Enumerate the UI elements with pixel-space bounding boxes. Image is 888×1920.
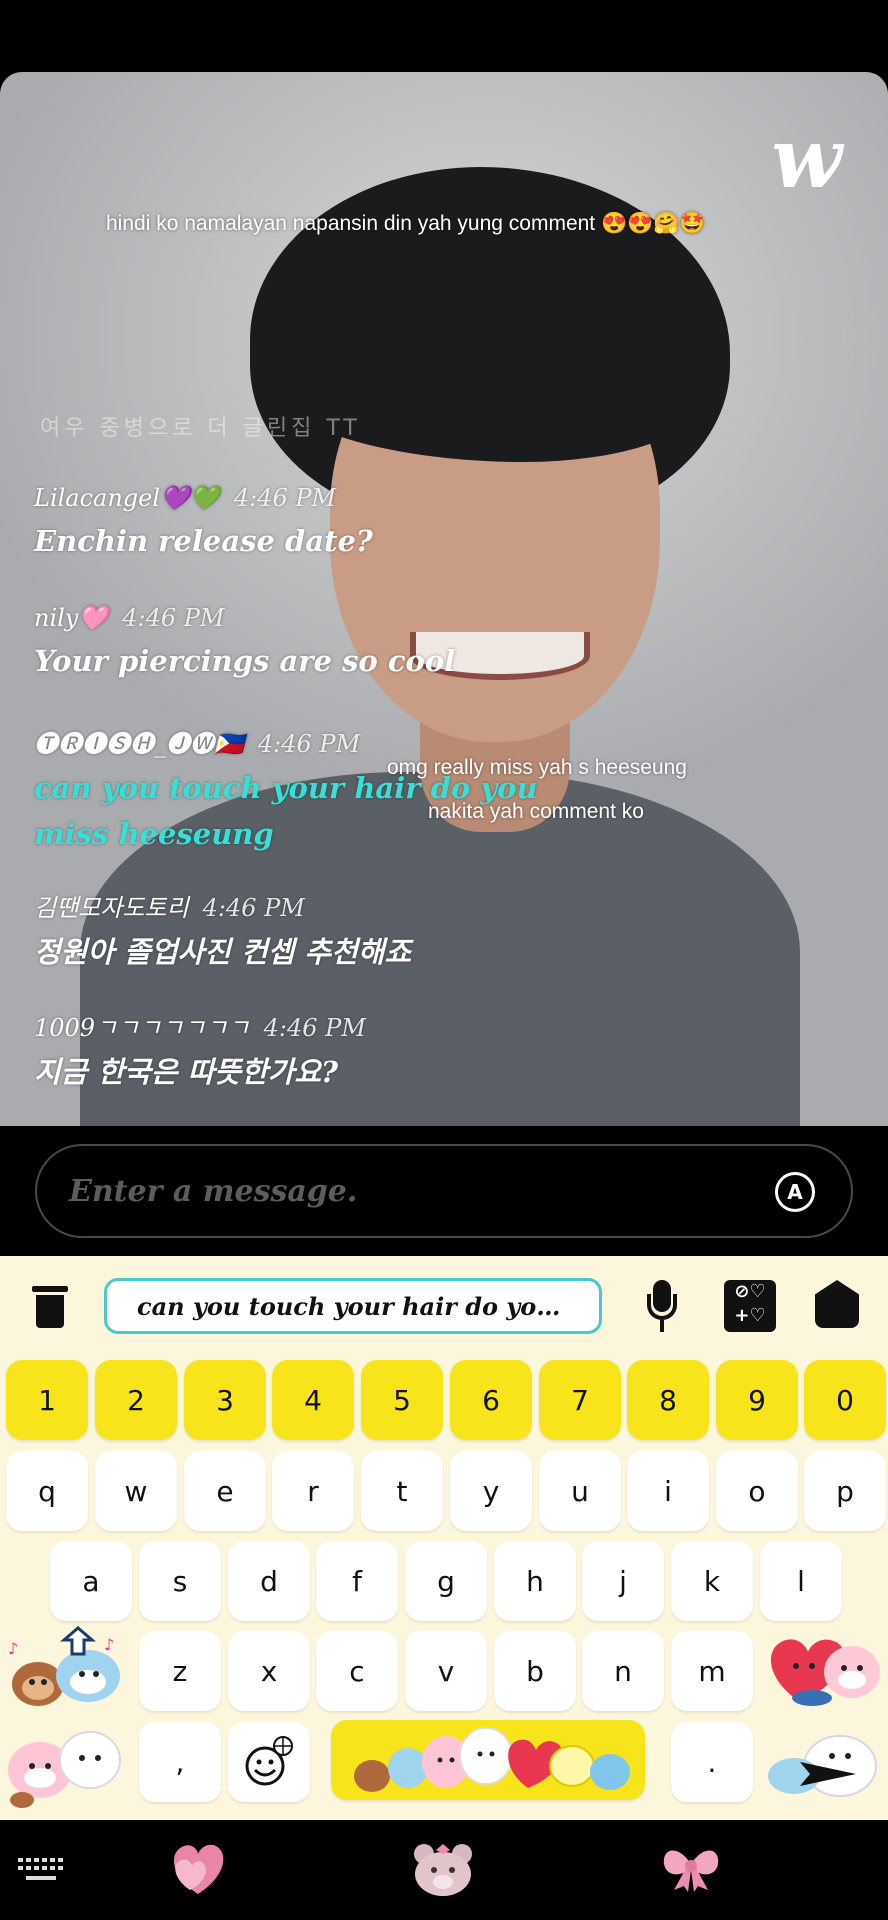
message-placeholder: Enter a message.: [69, 1173, 358, 1209]
chat-message: 🅣🅡🅘🅢🅗_🅙🅦🇵🇭 4:46 PM can you touch your hai…: [34, 724, 538, 857]
key-m[interactable]: m: [671, 1631, 753, 1711]
clipboard-suggestion[interactable]: can you touch your hair do you m...: [104, 1278, 602, 1334]
key-2[interactable]: 2: [95, 1360, 177, 1440]
chat-username: 🅣🅡🅘🅢🅗_🅙🅦🇵🇭: [34, 730, 244, 758]
chat-time: 4:46 PM: [257, 730, 361, 758]
chat-time: 4:46 PM: [202, 894, 305, 922]
emoji-globe-icon: [245, 1736, 293, 1786]
key-i[interactable]: i: [627, 1451, 709, 1531]
shift-key-sticker[interactable]: ♪ ♪: [4, 1626, 126, 1712]
enter-key-sticker[interactable]: [760, 1722, 884, 1806]
clipboard-text: can you touch your hair do you m...: [137, 1291, 569, 1321]
key-g[interactable]: g: [405, 1541, 487, 1621]
key-9[interactable]: 9: [716, 1360, 798, 1440]
key-1[interactable]: 1: [6, 1360, 88, 1440]
bow-icon[interactable]: [660, 1842, 722, 1898]
chat-text: 지금 한국은 따뜻한가요?: [34, 1055, 338, 1089]
emoji-key[interactable]: [228, 1722, 310, 1802]
chat-message: nily🩷 4:46 PM Your piercings are so cool: [34, 604, 455, 684]
key-5[interactable]: 5: [361, 1360, 443, 1440]
keyboard-toolbar: can you touch your hair do you m... ⊘♡ +♡: [0, 1256, 888, 1358]
key-8[interactable]: 8: [627, 1360, 709, 1440]
key-u[interactable]: u: [539, 1451, 621, 1531]
key-comma[interactable]: ,: [139, 1722, 221, 1802]
key-h[interactable]: h: [494, 1541, 576, 1621]
key-3[interactable]: 3: [184, 1360, 266, 1440]
key-v[interactable]: v: [405, 1631, 487, 1711]
key-0[interactable]: 0: [804, 1360, 886, 1440]
heart-icon[interactable]: [166, 1840, 226, 1896]
key-j[interactable]: j: [582, 1541, 664, 1621]
svg-text:♪: ♪: [104, 1635, 114, 1654]
chat-message: 김땐모자도토리 4:46 PM 정원아 졸업사진 컨셉 추천해죠: [34, 888, 411, 975]
bear-icon[interactable]: [410, 1840, 476, 1902]
key-d[interactable]: d: [228, 1541, 310, 1621]
key-7[interactable]: 7: [539, 1360, 621, 1440]
key-period[interactable]: .: [671, 1722, 753, 1802]
key-f[interactable]: f: [316, 1541, 398, 1621]
chat-time: 4:46 PM: [263, 1014, 366, 1042]
key-x[interactable]: x: [228, 1631, 310, 1711]
translate-icon[interactable]: A: [775, 1172, 815, 1212]
keyboard-nav-bar: [0, 1820, 888, 1920]
chat-text: Your piercings are so cool: [34, 644, 456, 678]
chat-username: 1009ㄱㄱㄱㄱㄱㄱㄱ: [34, 1014, 250, 1042]
key-4[interactable]: 4: [272, 1360, 354, 1440]
key-e[interactable]: e: [184, 1451, 266, 1531]
key-b[interactable]: b: [494, 1631, 576, 1711]
key-k[interactable]: k: [671, 1541, 753, 1621]
trash-icon[interactable]: [32, 1286, 68, 1328]
overlay-comment-mid1: omg really miss yah s heeseung: [387, 756, 687, 779]
key-s[interactable]: s: [139, 1541, 221, 1621]
chat-message: Lilacangel💜💚 4:46 PM Enchin release date?: [34, 484, 373, 564]
overlay-comment-top: hindi ko namalayan napansin din yah yung…: [106, 212, 706, 235]
key-6[interactable]: 6: [450, 1360, 532, 1440]
home-icon[interactable]: [815, 1280, 859, 1328]
key-r[interactable]: r: [272, 1451, 354, 1531]
message-input-bar: Enter a message. A: [0, 1126, 888, 1256]
key-y[interactable]: y: [450, 1451, 532, 1531]
key-q[interactable]: q: [6, 1451, 88, 1531]
weverse-logo: w: [771, 111, 842, 207]
key-l[interactable]: l: [760, 1541, 842, 1621]
message-input[interactable]: Enter a message. A: [35, 1144, 853, 1238]
bt21-spacebar-sticker: [354, 1727, 630, 1792]
faded-chat-line: 여우 중병으로 더 글린집 TT: [40, 416, 361, 441]
keyboard-switch-icon[interactable]: [18, 1858, 63, 1884]
chat-time: 4:46 PM: [122, 604, 225, 632]
chat-message: 1009ㄱㄱㄱㄱㄱㄱㄱ 4:46 PM 지금 한국은 따뜻한가요?: [34, 1008, 366, 1095]
chat-username: 김땐모자도토리: [34, 894, 189, 922]
key-n[interactable]: n: [582, 1631, 664, 1711]
chat-text: Enchin release date?: [34, 524, 373, 558]
calculator-icon[interactable]: ⊘♡ +♡: [724, 1280, 776, 1332]
backspace-key-sticker[interactable]: [760, 1626, 884, 1712]
chat-time: 4:46 PM: [233, 484, 337, 512]
key-a[interactable]: a: [50, 1541, 132, 1621]
overlay-comment-mid2: nakita yah comment ko: [428, 800, 644, 823]
key-w[interactable]: w: [95, 1451, 177, 1531]
chat-username: nily🩷: [34, 604, 109, 632]
keyboard: can you touch your hair do you m... ⊘♡ +♡…: [0, 1256, 888, 1820]
key-z[interactable]: z: [139, 1631, 221, 1711]
chat-text: 정원아 졸업사진 컨셉 추천해죠: [34, 935, 412, 969]
bt21-sticker-left[interactable]: [4, 1720, 130, 1808]
chat-username: Lilacangel💜💚: [34, 484, 220, 512]
spacebar[interactable]: [331, 1720, 645, 1800]
svg-text:♪: ♪: [8, 1639, 18, 1658]
microphone-icon[interactable]: [647, 1280, 677, 1334]
key-t[interactable]: t: [361, 1451, 443, 1531]
key-c[interactable]: c: [316, 1631, 398, 1711]
key-o[interactable]: o: [716, 1451, 798, 1531]
key-p[interactable]: p: [804, 1451, 886, 1531]
